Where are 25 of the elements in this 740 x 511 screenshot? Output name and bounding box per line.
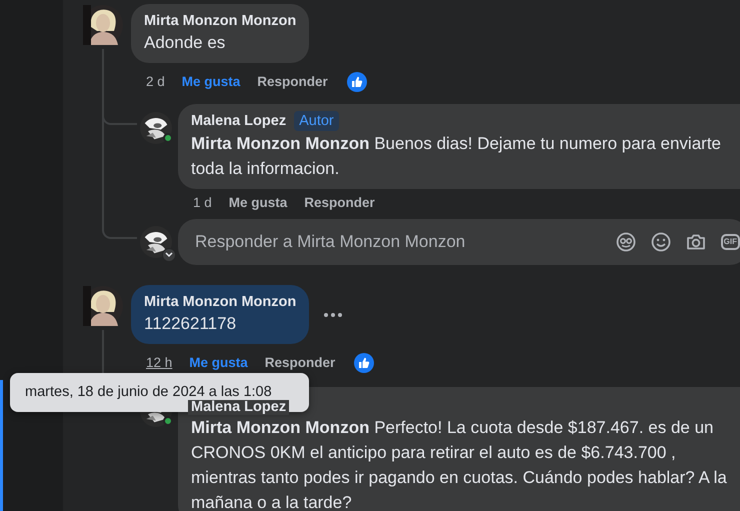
- author-badge: Autor: [294, 111, 339, 131]
- emoji-icon[interactable]: [650, 232, 671, 252]
- author-name[interactable]: Malena Lopez: [188, 400, 290, 415]
- reply-field[interactable]: Responder a Mirta Monzon Monzon GIF: [178, 219, 740, 265]
- like-link[interactable]: Me gusta: [189, 353, 248, 373]
- camera-icon[interactable]: [686, 232, 706, 252]
- timestamp-link[interactable]: 1 d: [193, 193, 212, 213]
- author-name[interactable]: Mirta Monzon Monzon: [144, 11, 296, 31]
- author-name[interactable]: Malena Lopez: [191, 111, 286, 131]
- more-icon[interactable]: [324, 312, 342, 316]
- comment-text: Mirta Monzon Monzon Perfecto! La cuota desde $187.467. es de un CRONOS 0KM el anticipo para retirar el auto es de $6.743.700 , mientras tanto podes ir pagando en cuotas. Cuándo podes hablar? A la mañana o a la tarde?: [191, 417, 728, 511]
- reply-link[interactable]: Responder: [264, 353, 336, 373]
- sticker-icon[interactable]: [616, 232, 636, 252]
- comment-text: Mirta Monzon Monzon Buenos dias! Dejame tu numero para enviarte toda la informacion.: [191, 133, 722, 180]
- gif-icon[interactable]: GIF: [720, 234, 740, 250]
- author-name[interactable]: Mirta Monzon Monzon: [144, 292, 296, 312]
- like-link[interactable]: Me gusta: [182, 72, 240, 92]
- like-link[interactable]: Me gusta: [228, 193, 288, 213]
- reply-link[interactable]: Responder: [304, 193, 375, 213]
- comment-text: 1122621178: [144, 313, 238, 335]
- comment-text: Adonde es: [144, 32, 226, 54]
- chevron-icon[interactable]: [162, 248, 176, 262]
- reply-link[interactable]: Responder: [257, 72, 328, 92]
- timestamp-link[interactable]: 12 h: [146, 353, 172, 373]
- timestamp-link[interactable]: 2 d: [146, 72, 165, 92]
